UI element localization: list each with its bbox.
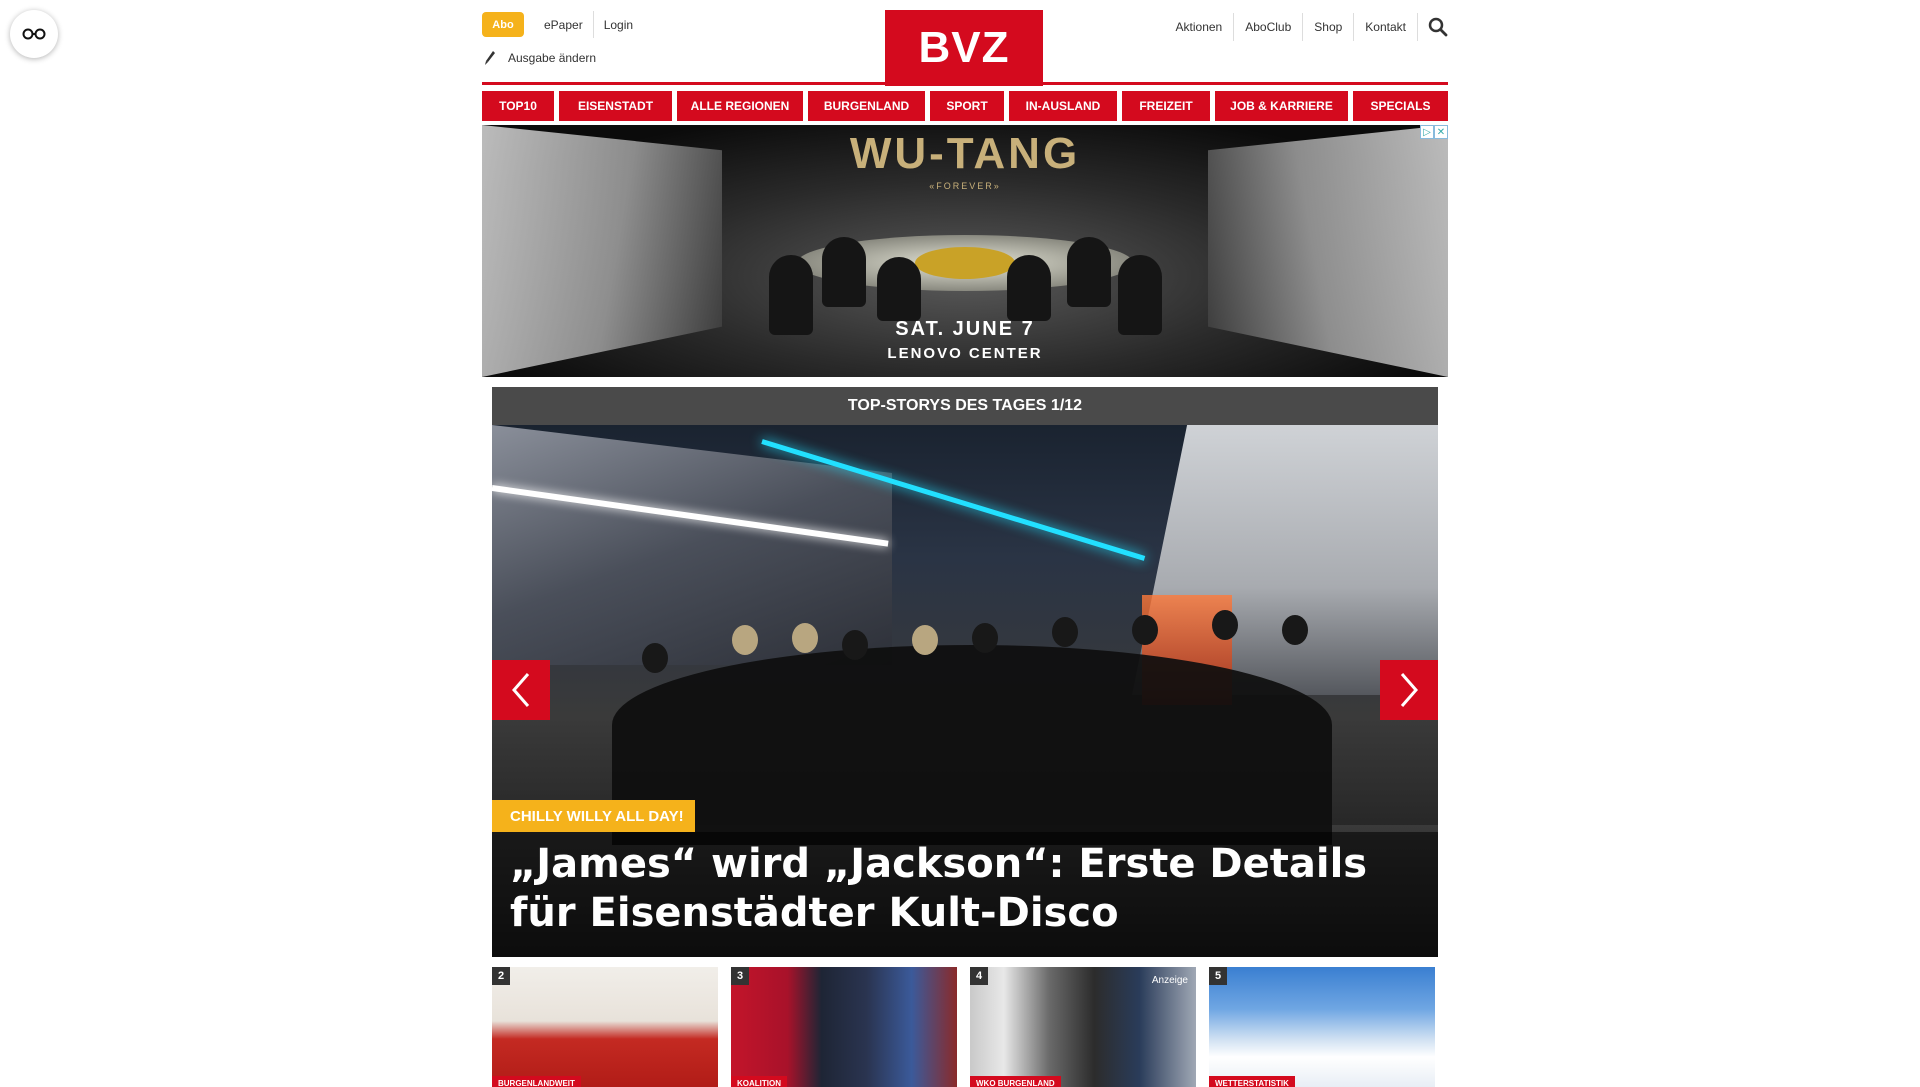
ad-title: WU-TANG bbox=[849, 129, 1081, 178]
top-right-links: Aktionen AboClub Shop Kontakt bbox=[1165, 13, 1448, 41]
page-container: Abo ePaper Login Ausgabe ändern BVZ Akti… bbox=[482, 0, 1448, 1087]
site-header: Abo ePaper Login Ausgabe ändern BVZ Akti… bbox=[482, 0, 1448, 86]
nav-item-specials[interactable]: SPECIALS bbox=[1353, 91, 1448, 121]
story-thumb-number: 3 bbox=[731, 967, 749, 985]
ad-figure bbox=[1007, 255, 1051, 321]
hero-title-overlay: „James“ wird „Jackson“: Erste Details fü… bbox=[492, 832, 1438, 957]
edition-pen-icon bbox=[485, 51, 495, 65]
nav-item-top10[interactable]: TOP10 bbox=[482, 91, 554, 121]
story-thumb-tag: KOALITION bbox=[731, 1076, 787, 1087]
ad-badge: Anzeige bbox=[1151, 975, 1188, 986]
chevron-left-icon bbox=[512, 673, 530, 707]
shop-link[interactable]: Shop bbox=[1302, 13, 1353, 41]
story-thumb-4[interactable]: 4 Anzeige WKO BURGENLAND bbox=[970, 967, 1196, 1087]
search-button[interactable] bbox=[1417, 13, 1448, 41]
hero-photo-person bbox=[972, 623, 998, 653]
hero-photo-crowd bbox=[612, 645, 1332, 845]
hero-story-tag[interactable]: CHILLY WILLY ALL DAY! bbox=[492, 800, 695, 832]
nav-item-alle-regionen[interactable]: ALLE REGIONEN bbox=[677, 91, 803, 121]
header-divider bbox=[482, 82, 1448, 85]
hero-photo-person bbox=[1282, 615, 1308, 645]
ad-venue: LENOVO CENTER bbox=[887, 345, 1043, 362]
hero-story-title[interactable]: „James“ wird „Jackson“: Erste Details fü… bbox=[510, 840, 1420, 938]
hero-story[interactable]: CHILLY WILLY ALL DAY! „James“ wird „Jack… bbox=[492, 425, 1438, 957]
ad-date: SAT. JUNE 7 bbox=[895, 318, 1035, 340]
story-thumb-5[interactable]: 5 WETTERSTATISTIK bbox=[1209, 967, 1435, 1087]
kontakt-link[interactable]: Kontakt bbox=[1353, 13, 1417, 41]
ad-figure bbox=[1067, 237, 1111, 307]
hero-photo-person bbox=[1132, 615, 1158, 645]
slider-next-button[interactable] bbox=[1380, 660, 1438, 720]
bvz-logo[interactable]: BVZ bbox=[885, 10, 1043, 86]
nav-item-freizeit[interactable]: FREIZEIT bbox=[1122, 91, 1210, 121]
ad-banner[interactable]: WU-TANG «FOREVER» SAT. JUNE 7 LENOVO CEN… bbox=[482, 125, 1448, 377]
story-thumb-2[interactable]: 2 BURGENLANDWEIT bbox=[492, 967, 718, 1087]
story-thumb-number: 4 bbox=[970, 967, 988, 985]
accessibility-button[interactable] bbox=[10, 10, 58, 58]
story-thumb-tag: BURGENLANDWEIT bbox=[492, 1076, 581, 1087]
story-thumb-number: 2 bbox=[492, 967, 510, 985]
story-thumb-number: 5 bbox=[1209, 967, 1227, 985]
login-link[interactable]: Login bbox=[592, 11, 643, 38]
hero-photo-person bbox=[642, 643, 668, 673]
hero-photo-person bbox=[792, 623, 818, 653]
top-left-links: ePaper Login bbox=[534, 11, 643, 38]
top-stories-heading: TOP-STORYS DES TAGES 1/12 bbox=[492, 387, 1438, 425]
nav-item-eisenstadt[interactable]: EISENSTADT bbox=[559, 91, 672, 121]
nav-item-sport[interactable]: SPORT bbox=[930, 91, 1004, 121]
edition-label: Ausgabe ändern bbox=[508, 51, 597, 65]
ad-figure bbox=[877, 257, 921, 321]
slider-prev-button[interactable] bbox=[492, 660, 550, 720]
ad-wu-tang-emblem bbox=[915, 247, 1015, 279]
abo-button[interactable]: Abo bbox=[482, 12, 524, 37]
nav-item-in-ausland[interactable]: IN-AUSLAND bbox=[1009, 91, 1117, 121]
adchoices-icon[interactable]: ▷ bbox=[1420, 125, 1434, 139]
ad-close-icon[interactable]: ✕ bbox=[1434, 125, 1448, 139]
accessibility-glasses-icon bbox=[22, 28, 46, 40]
story-thumb-tag: WETTERSTATISTIK bbox=[1209, 1076, 1295, 1087]
main-nav: TOP10 EISENSTADT ALLE REGIONEN BURGENLAN… bbox=[482, 91, 1448, 121]
aktionen-link[interactable]: Aktionen bbox=[1165, 13, 1234, 41]
edition-switcher[interactable]: Ausgabe ändern bbox=[484, 50, 596, 66]
nav-item-job-karriere[interactable]: JOB & KARRIERE bbox=[1215, 91, 1348, 121]
ad-choices: ▷ ✕ bbox=[1420, 125, 1448, 139]
hero-photo-person bbox=[732, 625, 758, 655]
story-thumb-tag: WKO BURGENLAND bbox=[970, 1076, 1061, 1087]
story-thumbnails: 2 BURGENLANDWEIT 3 KOALITION 4 Anzeige W… bbox=[492, 967, 1448, 1087]
epaper-link[interactable]: ePaper bbox=[534, 11, 593, 38]
hero-photo-person bbox=[1052, 617, 1078, 647]
nav-item-burgenland[interactable]: BURGENLAND bbox=[808, 91, 925, 121]
hero-photo-person bbox=[912, 625, 938, 655]
ad-subtitle: «FOREVER» bbox=[929, 181, 1001, 191]
ad-figure bbox=[822, 237, 866, 307]
story-thumb-3[interactable]: 3 KOALITION bbox=[731, 967, 957, 1087]
chevron-right-icon bbox=[1400, 673, 1418, 707]
search-icon bbox=[1428, 17, 1448, 37]
hero-photo-person bbox=[842, 630, 868, 660]
hero-photo-person bbox=[1212, 610, 1238, 640]
aboclub-link[interactable]: AboClub bbox=[1233, 13, 1302, 41]
